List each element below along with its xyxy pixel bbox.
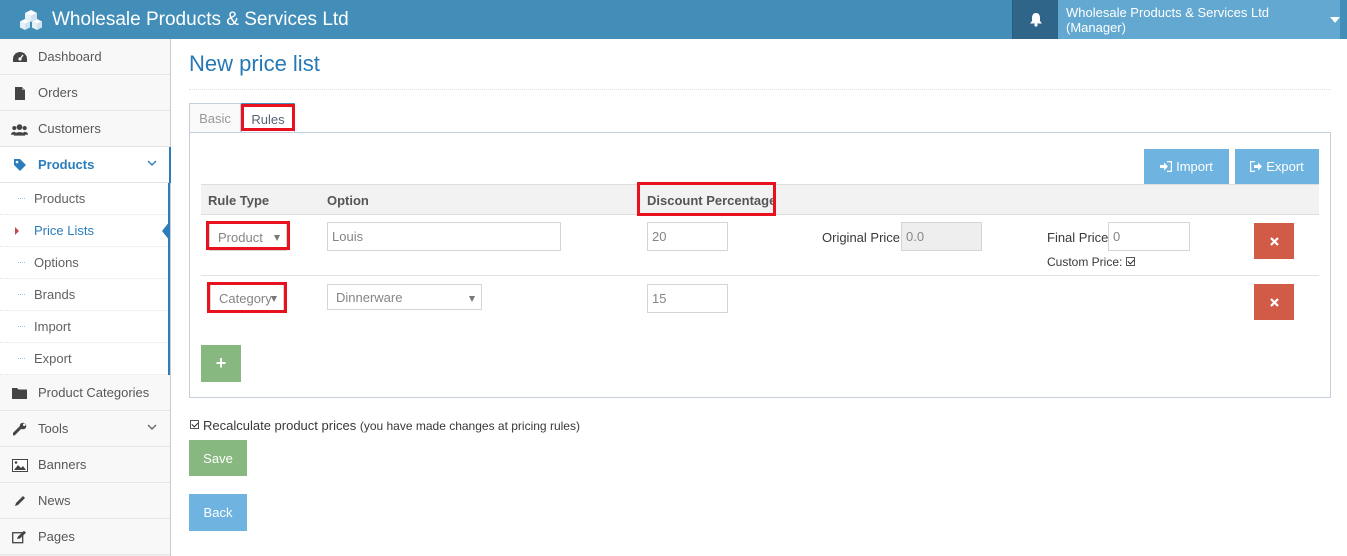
option-input[interactable]: Louis	[327, 222, 561, 251]
sidebar-item-label: Product Categories	[38, 385, 150, 400]
folder-icon	[11, 385, 28, 401]
recalculate-checkbox[interactable]	[190, 420, 199, 429]
sidebar-item-label: Banners	[38, 457, 87, 472]
discount-input[interactable]: 20	[647, 222, 728, 251]
option-value: Dinnerware	[336, 289, 403, 305]
sidebar-item-pages[interactable]: Pages	[0, 519, 170, 555]
submenu-item-import[interactable]: Import	[0, 311, 168, 343]
sidebar-item-label: Pages	[38, 529, 75, 544]
users-icon	[11, 121, 28, 137]
column-header-option: Option	[327, 193, 369, 208]
original-price-input: 0.0	[901, 222, 982, 251]
sign-out-icon	[1250, 161, 1263, 172]
discount-input[interactable]: 15	[647, 284, 728, 313]
sidebar-item-banners[interactable]: Banners	[0, 447, 170, 483]
sidebar-item-label: Dashboard	[38, 49, 102, 64]
sidebar-item-product-categories[interactable]: Product Categories	[0, 375, 170, 411]
pencil-icon	[11, 493, 28, 509]
sidebar-item-label: News	[38, 493, 71, 508]
final-price-label: Final Price:	[1047, 230, 1113, 245]
export-label: Export	[1266, 159, 1304, 174]
add-rule-button[interactable]: +	[201, 345, 241, 382]
picture-icon	[11, 457, 28, 473]
submenu-item-label: Brands	[34, 287, 76, 302]
final-price-input[interactable]: 0	[1108, 222, 1190, 251]
dashboard-icon	[11, 49, 28, 65]
submenu-item-label: Price Lists	[34, 223, 94, 238]
custom-price-checkbox[interactable]	[1126, 257, 1135, 266]
sidebar-item-label: Tools	[38, 421, 69, 436]
highlight-box-rule-type	[207, 282, 287, 313]
cubes-logo-icon	[20, 9, 42, 30]
sidebar: Dashboard Orders Customers Products Prod…	[0, 39, 171, 556]
recalculate-label: Recalculate product prices (you have mad…	[203, 418, 580, 433]
edit-icon	[11, 529, 28, 545]
highlight-box-rules-tab	[241, 104, 295, 131]
original-price-label: Original Price:	[822, 230, 904, 245]
close-icon	[1269, 297, 1279, 307]
highlight-box-rule-type	[206, 221, 290, 250]
column-header-rule-type: Rule Type	[208, 193, 270, 208]
caret-down-icon	[1330, 16, 1340, 23]
brand-name: Wholesale Products & Services Ltd	[52, 8, 349, 30]
sidebar-item-customers[interactable]: Customers	[0, 111, 170, 147]
sidebar-item-news[interactable]: News	[0, 483, 170, 519]
row-divider	[201, 275, 1319, 276]
delete-rule-button[interactable]	[1254, 223, 1294, 259]
wrench-icon	[11, 421, 28, 437]
delete-rule-button[interactable]	[1254, 284, 1294, 320]
file-icon	[11, 85, 28, 101]
brand[interactable]: Wholesale Products & Services Ltd	[18, 0, 349, 39]
sidebar-item-orders[interactable]: Orders	[0, 75, 170, 111]
user-name: Wholesale Products & Services Ltd (Manag…	[1066, 4, 1270, 35]
tab-basic[interactable]: Basic	[189, 103, 241, 133]
chevron-down-icon[interactable]	[147, 160, 157, 167]
tag-icon	[11, 157, 28, 173]
sidebar-item-products[interactable]: Products	[0, 147, 171, 183]
dropdown-arrow-icon	[469, 296, 475, 302]
highlight-box-discount-percentage	[637, 182, 776, 216]
submenu-item-label: Import	[34, 319, 71, 334]
sidebar-item-label: Customers	[38, 121, 101, 136]
option-select[interactable]: Dinnerware	[327, 284, 482, 310]
recalculate-note: (you have made changes at pricing rules)	[359, 419, 580, 433]
export-button[interactable]: Export	[1235, 149, 1319, 184]
user-menu[interactable]: Wholesale Products & Services Ltd (Manag…	[1058, 0, 1340, 39]
custom-price-label: Custom Price:	[1047, 255, 1123, 269]
import-button[interactable]: Import	[1144, 149, 1229, 184]
back-button[interactable]: Back	[189, 494, 247, 531]
submenu-item-brands[interactable]: Brands	[0, 279, 168, 311]
import-label: Import	[1176, 159, 1213, 174]
submenu-item-products[interactable]: Products	[0, 183, 168, 215]
submenu-item-label: Options	[34, 255, 79, 270]
notifications-button[interactable]	[1012, 0, 1058, 39]
top-navbar: Wholesale Products & Services Ltd Wholes…	[0, 0, 1347, 39]
divider	[189, 89, 1331, 90]
submenu-item-export[interactable]: Export	[0, 343, 168, 375]
recalculate-text: Recalculate product prices	[203, 418, 357, 433]
sign-in-icon	[1160, 161, 1173, 172]
submenu-item-label: Products	[34, 191, 86, 206]
bell-icon	[1029, 13, 1042, 27]
save-button[interactable]: Save	[189, 440, 247, 476]
sidebar-item-dashboard[interactable]: Dashboard	[0, 39, 170, 75]
close-icon	[1269, 236, 1279, 246]
sidebar-item-tools[interactable]: Tools	[0, 411, 170, 447]
submenu-item-label: Export	[34, 351, 72, 366]
submenu-item-price-lists[interactable]: Price Lists	[0, 215, 170, 247]
page-title: New price list	[189, 51, 320, 76]
submenu-item-options[interactable]: Options	[0, 247, 168, 279]
products-submenu: Products Price Lists Options Brands Impo…	[0, 183, 170, 375]
sidebar-item-label: Orders	[38, 85, 78, 100]
sidebar-item-label: Products	[38, 157, 95, 172]
chevron-down-icon[interactable]	[147, 424, 157, 431]
